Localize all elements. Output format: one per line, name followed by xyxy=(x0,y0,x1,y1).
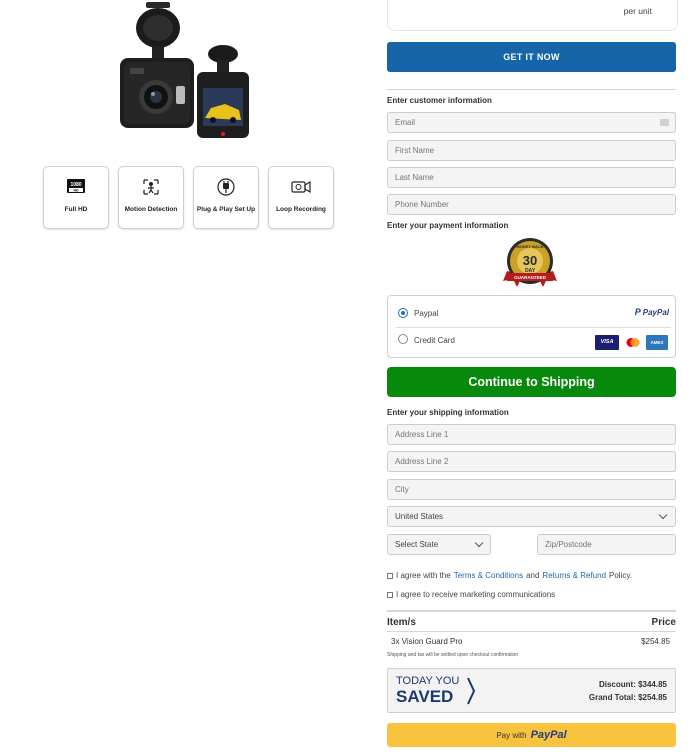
today-you-label: TODAY YOU xyxy=(396,675,460,687)
plug-and-play-icon xyxy=(194,178,258,196)
item-price: $254.85 xyxy=(641,637,670,646)
state-select-value: Select State xyxy=(395,540,439,549)
terms-checkbox[interactable] xyxy=(387,572,393,579)
loop-recording-icon xyxy=(269,178,333,196)
phone-number-field[interactable] xyxy=(387,194,676,215)
payment-method-box: Paypal P PayPal Credit Card VISA AMEX xyxy=(387,295,676,358)
order-summary-header: Item/s Price xyxy=(387,610,676,632)
city-field[interactable] xyxy=(387,479,676,500)
marketing-agreement-row: I agree to receive marketing communicati… xyxy=(387,590,555,599)
amex-icon: AMEX xyxy=(646,335,668,350)
table-row: 3x Vision Guard Pro $254.85 xyxy=(391,637,676,649)
money-back-guarantee-seal: MONEY BACK 30 DAY GUARANTEED xyxy=(501,237,559,289)
terms-and: and xyxy=(526,571,540,580)
paypal-option-label: Paypal xyxy=(414,309,439,318)
paypal-logo-icon: P PayPal xyxy=(634,307,669,317)
shipping-info-heading: Enter your shipping information xyxy=(387,408,509,417)
svg-text:30: 30 xyxy=(523,253,537,268)
feature-loop-recording: Loop Recording xyxy=(268,166,334,229)
motion-detection-icon xyxy=(119,178,183,196)
marketing-label: I agree to receive marketing communicati… xyxy=(396,590,556,599)
feature-label: Full HD xyxy=(64,206,88,213)
customer-info-heading: Enter customer information xyxy=(387,96,492,105)
terms-suffix: Policy. xyxy=(609,571,632,580)
svg-text:GUARANTEED: GUARANTEED xyxy=(514,275,547,280)
feature-label: Loop Recording xyxy=(276,206,326,213)
address-line-2-field[interactable] xyxy=(387,451,676,472)
paypal-option[interactable]: Paypal P PayPal xyxy=(388,296,675,327)
savings-summary: TODAY YOU SAVED Discount: $344.85 Grand … xyxy=(387,668,676,713)
get-it-now-button[interactable]: GET IT NOW xyxy=(387,42,676,72)
svg-text:MONEY BACK: MONEY BACK xyxy=(516,244,543,249)
address-line-1-field[interactable] xyxy=(387,424,676,445)
per-unit-label: per unit xyxy=(623,6,652,16)
returns-refund-link[interactable]: Returns & Refund xyxy=(542,571,606,580)
dashcam-screen-image xyxy=(195,44,251,140)
country-select-value: United States xyxy=(395,512,444,521)
shipping-tax-note: Shipping and tax will be settled upon ch… xyxy=(387,652,519,658)
feature-label: Plug & Play Set Up xyxy=(196,206,256,213)
paypal-radio[interactable] xyxy=(398,308,408,318)
contact-card-icon xyxy=(660,119,669,126)
last-name-field[interactable] xyxy=(387,167,676,188)
paypal-logo-icon: PayPal xyxy=(530,729,567,741)
discount-value: Discount: $344.85 xyxy=(598,680,667,689)
feature-motion-detection: Motion Detection xyxy=(118,166,184,229)
credit-card-radio[interactable] xyxy=(398,334,408,344)
payment-info-heading: Enter your payment information xyxy=(387,221,509,230)
pay-with-paypal-button[interactable]: Pay with PayPal xyxy=(387,723,676,747)
feature-label: Motion Detection xyxy=(124,206,178,213)
terms-agreement-row: I agree with the Terms & Conditions and … xyxy=(387,571,632,580)
marketing-checkbox[interactable] xyxy=(387,591,393,598)
continue-to-shipping-button[interactable]: Continue to Shipping xyxy=(387,367,676,397)
first-name-field[interactable] xyxy=(387,140,676,161)
price-card: per unit xyxy=(387,0,678,31)
grand-total-value: Grand Total: $254.85 xyxy=(588,693,667,702)
divider xyxy=(387,89,676,90)
saved-label: SAVED xyxy=(396,687,454,706)
pay-with-label: Pay with xyxy=(496,730,527,740)
full-hd-icon: 1080 HD xyxy=(44,178,108,196)
credit-card-option[interactable]: Credit Card VISA AMEX xyxy=(388,328,675,358)
feature-full-hd: 1080 HD Full HD xyxy=(43,166,109,229)
country-select[interactable]: United States xyxy=(387,506,676,527)
credit-card-option-label: Credit Card xyxy=(414,336,455,345)
svg-text:HD: HD xyxy=(73,189,79,193)
email-field[interactable] xyxy=(387,112,676,133)
terms-prefix: I agree with the xyxy=(396,571,451,580)
svg-text:1080: 1080 xyxy=(70,182,81,188)
feature-plug-and-play: Plug & Play Set Up xyxy=(193,166,259,229)
items-column-header: Item/s xyxy=(387,617,416,628)
dashcam-main-image xyxy=(118,2,196,132)
mastercard-icon xyxy=(623,335,643,350)
zip-postcode-field[interactable] xyxy=(537,534,676,555)
terms-and-conditions-link[interactable]: Terms & Conditions xyxy=(454,571,523,580)
visa-icon: VISA xyxy=(595,335,619,350)
chevron-right-icon xyxy=(466,676,476,711)
item-name: 3x Vision Guard Pro xyxy=(391,637,463,646)
price-column-header: Price xyxy=(651,617,676,628)
